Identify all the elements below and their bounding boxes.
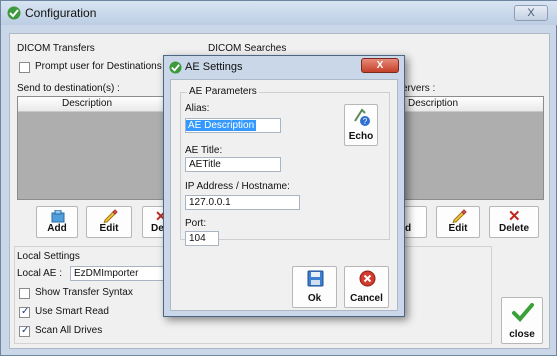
close-button[interactable]: close [501, 297, 543, 344]
pencil-icon [452, 209, 467, 224]
send-to-label: Send to destination(s) : [17, 83, 120, 94]
edit-server-button[interactable]: Edit [436, 206, 480, 238]
ae-parameters-heading: AE Parameters [187, 86, 259, 97]
use-smart-read-checkbox[interactable] [19, 306, 30, 318]
cancel-button[interactable]: Cancel [344, 266, 389, 308]
checkmark-icon [512, 303, 534, 322]
show-transfer-syntax-label: Show Transfer Syntax [35, 287, 133, 298]
window-title-bar[interactable]: Configuration X [1, 1, 557, 25]
dialog-client-area: AE Parameters Alias: AE Description ? Ec… [170, 79, 398, 311]
servers-label: ervers : [402, 83, 436, 94]
add-label: Add [47, 223, 67, 234]
ae-title-input[interactable]: AETitle [185, 157, 281, 172]
dialog-title-bar[interactable]: AE Settings X [164, 56, 404, 78]
port-input[interactable]: 104 [185, 231, 219, 246]
echo-label: Echo [348, 131, 374, 142]
window-title: Configuration [25, 6, 97, 20]
app-icon [7, 6, 21, 20]
add-partial-label: d [405, 223, 412, 234]
delete-server-button[interactable]: ✕ Delete [489, 206, 539, 238]
cancel-icon [359, 270, 376, 287]
servers-column-header[interactable]: Description [402, 97, 543, 112]
edit-destination-button[interactable]: Edit [86, 206, 132, 238]
close-label: close [509, 329, 535, 340]
dicom-transfers-heading: DICOM Transfers [17, 43, 95, 54]
local-ae-input[interactable]: EzDMImporter [70, 266, 166, 281]
dialog-title: AE Settings [185, 61, 243, 73]
alias-input[interactable]: AE Description [185, 118, 281, 133]
prompt-destinations-checkbox[interactable] [19, 62, 30, 73]
cancel-label: Cancel [350, 293, 383, 304]
destinations-list[interactable]: Description [17, 96, 167, 200]
pencil-icon [103, 209, 118, 224]
ae-settings-dialog: AE Settings X AE Parameters Alias: AE De… [163, 55, 405, 317]
echo-button[interactable]: ? Echo [344, 104, 378, 146]
ip-address-label: IP Address / Hostname: [185, 181, 290, 192]
alias-label: Alias: [185, 103, 210, 114]
delete-label: Delete [498, 223, 529, 234]
prompt-destinations-label: Prompt user for Destinations [35, 61, 162, 72]
destinations-column-header[interactable]: Description [18, 97, 166, 112]
network-echo-icon: ? [354, 108, 370, 126]
svg-text:?: ? [363, 117, 368, 126]
scan-all-drives-label: Scan All Drives [35, 325, 103, 336]
ae-title-label: AE Title: [185, 145, 223, 156]
edit-label: Edit [99, 223, 119, 234]
local-settings-heading: Local Settings [17, 251, 80, 262]
local-ae-label: Local AE : [17, 268, 63, 279]
app-icon [169, 61, 182, 74]
window-close-button[interactable]: X [514, 5, 548, 21]
port-label: Port: [185, 218, 207, 229]
alias-selected-text: AE Description [186, 120, 257, 131]
add-destination-button[interactable]: Add [36, 206, 78, 238]
search-servers-list[interactable]: Description [401, 96, 544, 200]
show-transfer-syntax-checkbox[interactable] [19, 288, 30, 299]
floppy-disk-icon [307, 270, 324, 287]
dialog-close-button[interactable]: X [361, 58, 399, 73]
ok-button[interactable]: Ok [292, 266, 337, 308]
scan-all-drives-checkbox[interactable] [19, 325, 30, 337]
ip-address-input[interactable]: 127.0.0.1 [185, 195, 300, 210]
add-icon [51, 210, 65, 223]
ok-label: Ok [307, 293, 322, 304]
edit-label: Edit [448, 223, 468, 234]
use-smart-read-label: Use Smart Read [35, 306, 109, 317]
dicom-searches-heading: DICOM Searches [208, 43, 287, 54]
